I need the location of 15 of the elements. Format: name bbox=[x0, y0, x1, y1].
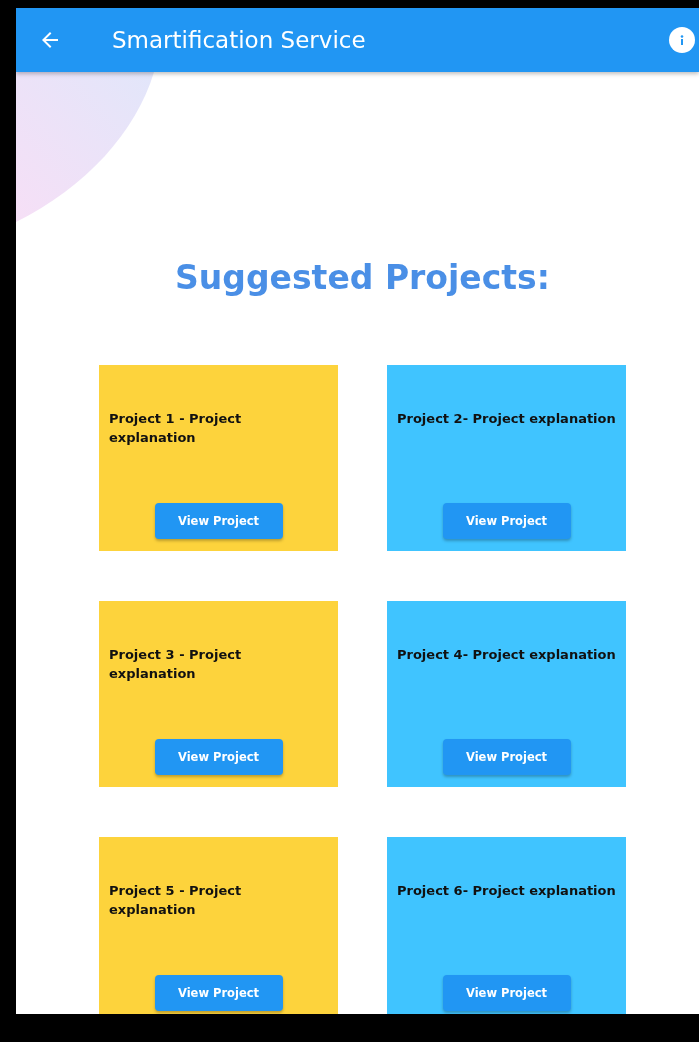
section-heading: Suggested Projects: bbox=[174, 258, 551, 297]
project-description: Project 4- Project explanation bbox=[397, 646, 616, 664]
project-description: Project 5 - Project explanation bbox=[109, 882, 243, 919]
info-button[interactable] bbox=[669, 27, 695, 53]
project-description: Project 2- Project explanation bbox=[397, 410, 616, 428]
project-description: Project 6- Project explanation bbox=[397, 882, 616, 900]
view-project-button[interactable]: View Project bbox=[154, 975, 283, 1011]
view-project-button[interactable]: View Project bbox=[442, 503, 571, 539]
project-description: Project 1 - Project explanation bbox=[109, 410, 243, 447]
view-project-button[interactable]: View Project bbox=[154, 503, 283, 539]
view-project-button[interactable]: View Project bbox=[154, 739, 283, 775]
project-description: Project 3 - Project explanation bbox=[109, 646, 243, 683]
view-project-button[interactable]: View Project bbox=[442, 739, 571, 775]
app-title: Smartification Service bbox=[112, 27, 367, 53]
view-project-button[interactable]: View Project bbox=[442, 975, 571, 1011]
